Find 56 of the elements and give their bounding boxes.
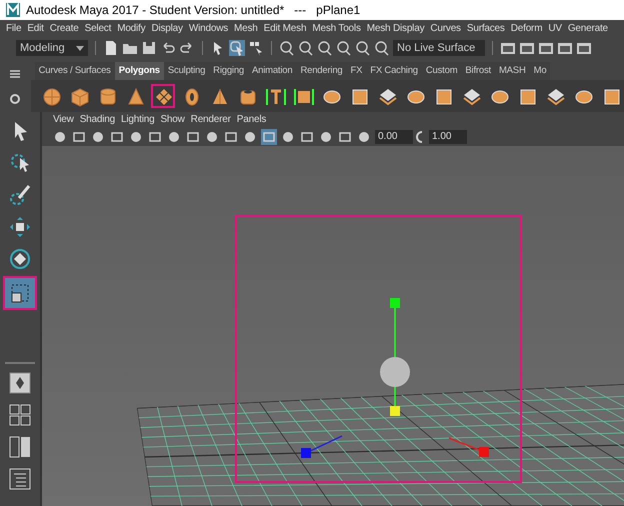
two-pane-layout-icon[interactable]	[7, 434, 33, 460]
menu-item[interactable]: Curves	[427, 20, 464, 38]
number-field[interactable]: 1.00	[429, 130, 467, 144]
panel-menu-item[interactable]: Renderer	[188, 111, 234, 129]
workspace-dropdown[interactable]: Modeling	[16, 40, 88, 56]
menu-item[interactable]: Mesh Tools	[309, 20, 364, 38]
shelf-tab[interactable]: MASH	[494, 62, 530, 80]
menu-item[interactable]: Display	[148, 20, 186, 38]
menu-item[interactable]: Deform	[508, 20, 546, 38]
live-surface-field[interactable]: No Live Surface	[393, 40, 485, 56]
menu-item[interactable]: Mesh Display	[364, 20, 428, 38]
move-manipulator-drawing[interactable]	[301, 298, 489, 458]
new-file-icon[interactable]	[103, 40, 119, 56]
menu-item[interactable]: UV	[545, 20, 565, 38]
single-pane-layout-icon[interactable]	[7, 370, 33, 396]
panel-menu-item[interactable]: Panels	[234, 111, 270, 129]
menu-item[interactable]: Modify	[114, 20, 148, 38]
menu-item[interactable]: Edit	[24, 20, 47, 38]
shelf-tab[interactable]: FX Caching	[366, 62, 422, 80]
window-title: Autodesk Maya 2017 - Student Version: untitled* --- pPlane1	[26, 2, 360, 19]
shelf-tab[interactable]: Sculpting	[164, 62, 210, 80]
panel-menu-item[interactable]: Show	[157, 111, 188, 129]
select-component-icon[interactable]	[248, 40, 264, 56]
panel-menu-item[interactable]: Lighting	[118, 111, 158, 129]
plane-icon[interactable]	[150, 84, 175, 108]
shelf-tab[interactable]: Mo	[530, 62, 550, 80]
outliner-layout-icon[interactable]	[7, 466, 33, 492]
settings-icon[interactable]	[9, 92, 22, 104]
shelf-tab[interactable]: FX	[346, 62, 366, 80]
shelf-tab[interactable]: Polygons	[114, 62, 164, 80]
shelf-tab[interactable]: Rendering	[296, 62, 346, 80]
panel-menu-item[interactable]: Shading	[76, 111, 118, 129]
caret-icon	[76, 46, 84, 50]
menu-item[interactable]: Mesh	[231, 20, 261, 38]
scale-tool-icon[interactable]	[5, 278, 35, 308]
shelf-tab[interactable]: Custom	[422, 62, 462, 80]
shelf-tab[interactable]: Rigging	[209, 62, 248, 80]
menu-item[interactable]: Windows	[186, 20, 232, 38]
app-logo-icon	[6, 3, 20, 17]
shelf-tab[interactable]: Animation	[248, 62, 296, 80]
viewport[interactable]	[42, 146, 624, 506]
menu-icon[interactable]	[10, 70, 20, 78]
paint-select-icon[interactable]	[7, 182, 33, 208]
save-icon[interactable]	[141, 40, 157, 56]
menu-item[interactable]: Select	[82, 20, 114, 38]
menu-item[interactable]: Edit Mesh	[260, 20, 310, 38]
rotate-tool-icon[interactable]	[7, 246, 33, 272]
menu-item[interactable]: Create	[46, 20, 82, 38]
number-field[interactable]: 0.00	[375, 130, 413, 144]
menu-item[interactable]: Surfaces	[464, 20, 508, 38]
shelf-tab[interactable]: Bifrost	[461, 62, 495, 80]
four-pane-layout-icon[interactable]	[7, 402, 33, 428]
menu-item[interactable]: Generate	[564, 20, 611, 38]
shelf-tab[interactable]: Curves / Surfaces	[34, 62, 115, 80]
panel-menu-item[interactable]: View	[50, 111, 77, 129]
menu-item[interactable]: File	[3, 20, 24, 38]
